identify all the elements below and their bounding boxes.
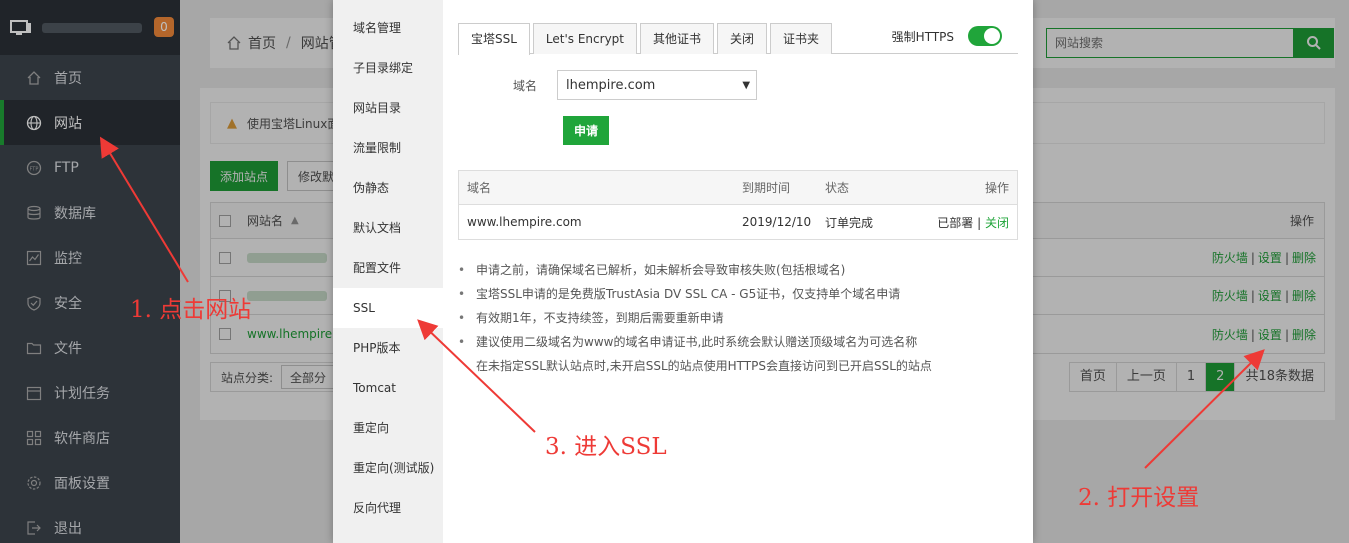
annotation-step1: 1. 点击网站 [130,297,252,323]
arrow-step2 [1144,349,1265,469]
arrow-step1 [99,136,189,283]
annotation-arrows [99,136,1265,469]
annotation-step2: 2. 打开设置 [1078,485,1200,511]
annotation-step3: 3. 进入SSL [545,434,667,460]
arrow-step3 [417,319,536,433]
